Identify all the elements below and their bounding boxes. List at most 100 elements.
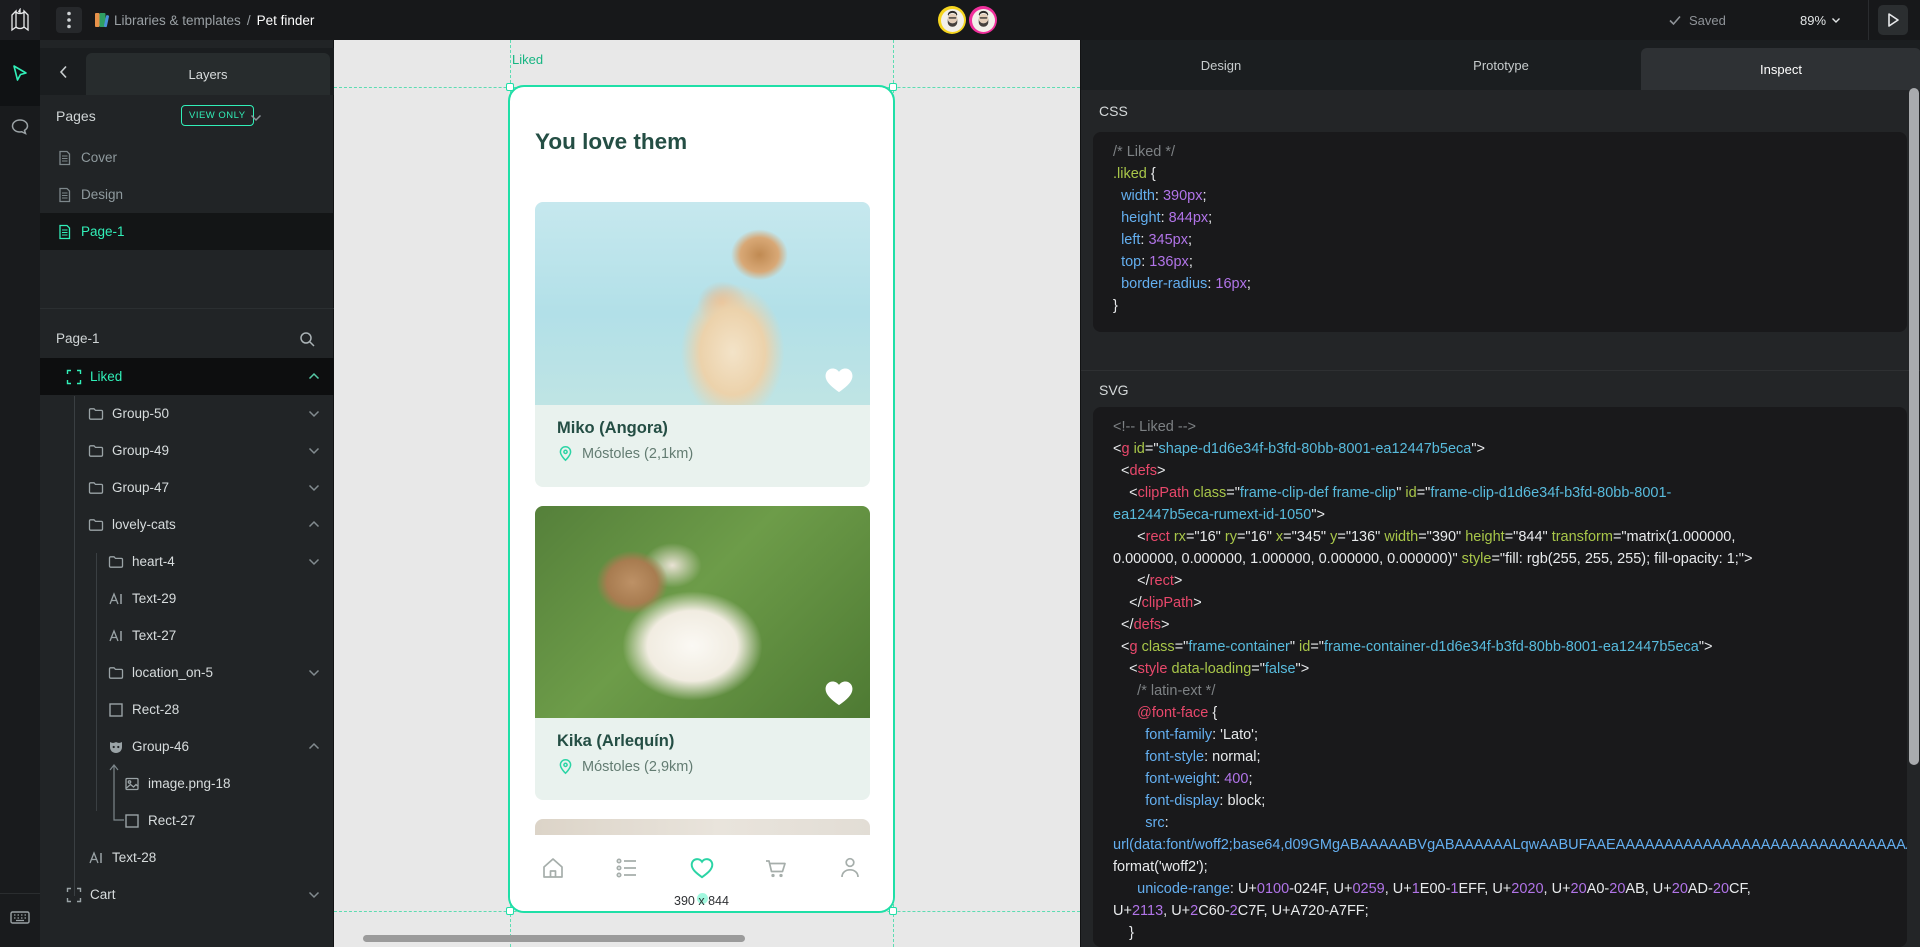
collapse-panel-button[interactable] — [40, 48, 86, 95]
code-line: </clipPath> — [1113, 595, 1907, 617]
section-divider — [1081, 370, 1920, 371]
nav-list-icon[interactable] — [614, 855, 640, 881]
css-code-block[interactable]: /* Liked */.liked { width: 390px; height… — [1093, 132, 1907, 332]
layer-item-image.png-18[interactable]: image.png-18 — [40, 765, 334, 802]
chevron-up-icon[interactable] — [308, 369, 320, 384]
layer-item-text-27[interactable]: Text-27 — [40, 617, 334, 654]
user-avatar[interactable] — [938, 6, 966, 34]
view-only-badge: VIEW ONLY — [181, 105, 254, 126]
layer-item-cart[interactable]: Cart — [40, 876, 334, 913]
resize-handle-se[interactable] — [889, 907, 897, 915]
mask-connector-arrow — [108, 758, 128, 833]
zoom-control[interactable]: 89% — [1800, 0, 1841, 40]
chevron-down-icon[interactable] — [308, 887, 320, 902]
layer-item-liked[interactable]: Liked — [40, 358, 334, 395]
code-line: border-radius: 16px; — [1113, 276, 1907, 298]
code-line: } — [1113, 298, 1907, 320]
layer-item-group-47[interactable]: Group-47 — [40, 469, 334, 506]
resize-handle-nw[interactable] — [506, 83, 514, 91]
view-mode-button[interactable] — [1878, 5, 1908, 35]
liked-heart-icon[interactable] — [822, 363, 856, 393]
zoom-level[interactable]: 89% — [1800, 13, 1826, 28]
search-icon[interactable] — [298, 330, 316, 348]
tab-prototype[interactable]: Prototype — [1361, 40, 1641, 90]
layer-item-rect-28[interactable]: Rect-28 — [40, 691, 334, 728]
chevron-down-icon[interactable] — [308, 665, 320, 680]
pet-location: Móstoles (2,1km) — [582, 446, 693, 462]
penpot-logo[interactable] — [0, 0, 40, 40]
resize-handle-ne[interactable] — [889, 83, 897, 91]
code-line: } — [1113, 925, 1907, 947]
layer-item-rect-27[interactable]: Rect-27 — [40, 802, 334, 839]
pet-card-kika[interactable]: Kika (Arlequín)Móstoles (2,9km) — [535, 506, 870, 800]
pages-header: Pages VIEW ONLY — [40, 95, 334, 137]
horizontal-scrollbar[interactable] — [363, 935, 745, 942]
layer-item-heart-4[interactable]: heart-4 — [40, 543, 334, 580]
page-icon — [57, 187, 72, 203]
nav-home-icon[interactable] — [540, 855, 566, 881]
code-line: <!-- Liked --> — [1113, 419, 1907, 441]
pet-name: Miko (Angora) — [557, 419, 848, 438]
layer-item-group-46[interactable]: Group-46 — [40, 728, 334, 765]
folder-layer-icon — [108, 554, 124, 570]
code-line: font-style: normal; — [1113, 749, 1907, 771]
folder-layer-icon — [88, 517, 104, 533]
layer-item-lovely-cats[interactable]: lovely-cats — [40, 506, 334, 543]
tab-design[interactable]: Design — [1081, 40, 1361, 90]
page-item-page-1[interactable]: Page-1 — [40, 213, 334, 250]
shortcuts-keyboard-icon[interactable] — [9, 906, 31, 928]
layer-tree-header: Page-1 — [40, 322, 334, 358]
layer-item-text-28[interactable]: Text-28 — [40, 839, 334, 876]
code-line: left: 345px; — [1113, 232, 1907, 254]
nav-person-icon[interactable] — [837, 855, 863, 881]
tree-indent-guide — [96, 553, 97, 811]
page-item-design[interactable]: Design — [40, 176, 334, 213]
nav-cart-icon[interactable] — [763, 855, 789, 881]
page-item-cover[interactable]: Cover — [40, 139, 334, 176]
text-layer-icon — [88, 850, 104, 866]
chevron-down-icon[interactable] — [308, 554, 320, 569]
chevron-down-icon[interactable] — [250, 109, 262, 127]
chevron-left-icon — [59, 65, 68, 79]
layer-item-group-50[interactable]: Group-50 — [40, 395, 334, 432]
chevron-down-icon[interactable] — [308, 443, 320, 458]
mask-layer-icon — [108, 739, 124, 755]
main-menu-button[interactable] — [56, 7, 82, 33]
pet-name: Kika (Arlequín) — [557, 732, 848, 751]
pet-photo-rabbit — [535, 506, 870, 718]
frame-name-label[interactable]: Liked — [512, 52, 543, 67]
layer-label: Text-29 — [132, 591, 176, 606]
breadcrumb-section[interactable]: Libraries & templates — [114, 13, 241, 28]
nav-heart-icon[interactable] — [689, 855, 715, 881]
layer-item-location_on-5[interactable]: location_on-5 — [40, 654, 334, 691]
code-line: <style data-loading="false"> — [1113, 661, 1907, 683]
liked-heart-icon[interactable] — [822, 676, 856, 706]
vertical-scrollbar[interactable] — [1909, 88, 1919, 765]
svg-section-heading: SVG — [1099, 382, 1129, 398]
chevron-down-icon[interactable] — [308, 480, 320, 495]
layer-item-group-49[interactable]: Group-49 — [40, 432, 334, 469]
pointer-tool-icon[interactable] — [9, 62, 31, 84]
pet-card-miko[interactable]: Miko (Angora) Móstoles (2,1km) — [535, 202, 870, 487]
svg-code-block[interactable]: <!-- Liked --><g id="shape-d1d6e34f-b3fd… — [1093, 407, 1907, 947]
tab-inspect[interactable]: Inspect — [1641, 48, 1920, 90]
tab-layers[interactable]: Layers — [86, 53, 330, 95]
inspect-panel: DesignPrototypeInspect CSS /* Liked */.l… — [1080, 40, 1920, 947]
check-icon — [1668, 13, 1682, 27]
user-avatar[interactable] — [969, 6, 997, 34]
chevron-up-icon[interactable] — [308, 739, 320, 754]
layer-tree: LikedGroup-50Group-49Group-47lovely-cats… — [40, 358, 334, 913]
resize-handle-sw[interactable] — [506, 907, 514, 915]
library-icon — [92, 11, 110, 34]
design-frame-liked[interactable]: You love them Miko (Angora)Móstoles (2,1… — [510, 87, 893, 911]
panel-header: Layers — [40, 48, 334, 95]
folder-layer-icon — [88, 480, 104, 496]
layer-item-text-29[interactable]: Text-29 — [40, 580, 334, 617]
comments-tool-icon[interactable] — [9, 116, 31, 138]
chevron-up-icon[interactable] — [308, 517, 320, 532]
code-line: top: 136px; — [1113, 254, 1907, 276]
page-label: Design — [81, 187, 123, 202]
canvas[interactable]: Liked You love them Miko (Angora)Móstole… — [334, 40, 1080, 947]
chevron-down-icon[interactable] — [308, 406, 320, 421]
breadcrumb[interactable]: Libraries & templates / Pet finder — [114, 0, 314, 40]
